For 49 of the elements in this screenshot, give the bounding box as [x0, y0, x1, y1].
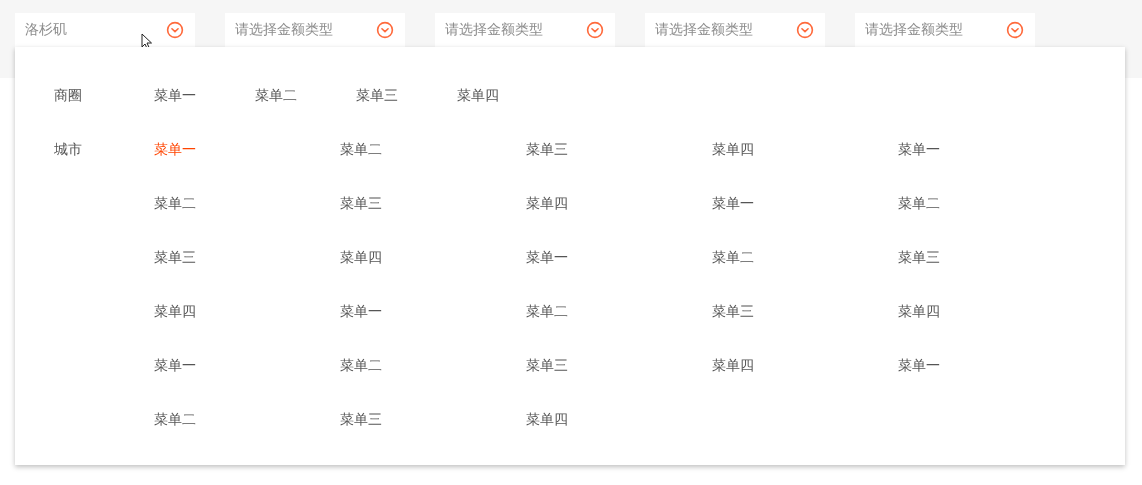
chevron-down-icon: [586, 21, 604, 39]
menu-item[interactable]: 菜单一: [154, 338, 196, 392]
menu-item[interactable]: 菜单一: [154, 68, 196, 122]
menu-item[interactable]: 菜单二: [340, 122, 382, 176]
menu-item[interactable]: 菜单一: [526, 230, 568, 284]
menu-item[interactable]: 菜单三: [340, 392, 382, 446]
chevron-down-icon: [796, 21, 814, 39]
menu-item[interactable]: 菜单一: [712, 176, 754, 230]
menu-item[interactable]: 菜单四: [526, 176, 568, 230]
menu-item[interactable]: 菜单一: [340, 284, 382, 338]
menu-item[interactable]: 菜单二: [898, 176, 940, 230]
menu-item[interactable]: 菜单二: [255, 68, 297, 122]
menu-item[interactable]: 菜单三: [898, 230, 940, 284]
menu-item[interactable]: 菜单三: [154, 230, 196, 284]
menu-item[interactable]: 菜单二: [154, 176, 196, 230]
menu-item[interactable]: 菜单一: [898, 122, 940, 176]
menu-item[interactable]: 菜单三: [526, 338, 568, 392]
chevron-down-icon: [376, 21, 394, 39]
menu-item[interactable]: 菜单四: [526, 392, 568, 446]
select-field[interactable]: 请选择金额类型: [855, 13, 1035, 47]
group-label: 城市: [54, 140, 82, 159]
select-field[interactable]: 请选择金额类型: [225, 13, 405, 47]
menu-item[interactable]: 菜单一: [154, 122, 196, 176]
menu-item[interactable]: 菜单四: [340, 230, 382, 284]
menu-item[interactable]: 菜单三: [340, 176, 382, 230]
menu-item[interactable]: 菜单四: [712, 122, 754, 176]
chevron-down-icon: [166, 21, 184, 39]
group-label: 商圈: [54, 86, 82, 105]
select-placeholder: 请选择金额类型: [235, 21, 333, 39]
menu-item[interactable]: 菜单二: [712, 230, 754, 284]
menu-item[interactable]: 菜单二: [154, 392, 196, 446]
menu-item[interactable]: 菜单四: [154, 284, 196, 338]
menu-item[interactable]: 菜单二: [526, 284, 568, 338]
menu-item[interactable]: 菜单二: [340, 338, 382, 392]
select-field[interactable]: 洛杉矶: [15, 13, 195, 47]
menu-item[interactable]: 菜单四: [712, 338, 754, 392]
menu-item[interactable]: 菜单三: [356, 68, 398, 122]
menu-item[interactable]: 菜单一: [898, 338, 940, 392]
select-value: 洛杉矶: [25, 21, 67, 39]
select-placeholder: 请选择金额类型: [445, 21, 543, 39]
chevron-down-icon: [1006, 21, 1024, 39]
select-field[interactable]: 请选择金额类型: [435, 13, 615, 47]
menu-item[interactable]: 菜单三: [712, 284, 754, 338]
menu-item[interactable]: 菜单四: [898, 284, 940, 338]
menu-item[interactable]: 菜单三: [526, 122, 568, 176]
menu-item[interactable]: 菜单四: [457, 68, 499, 122]
select-placeholder: 请选择金额类型: [865, 21, 963, 39]
select-field[interactable]: 请选择金额类型: [645, 13, 825, 47]
select-placeholder: 请选择金额类型: [655, 21, 753, 39]
